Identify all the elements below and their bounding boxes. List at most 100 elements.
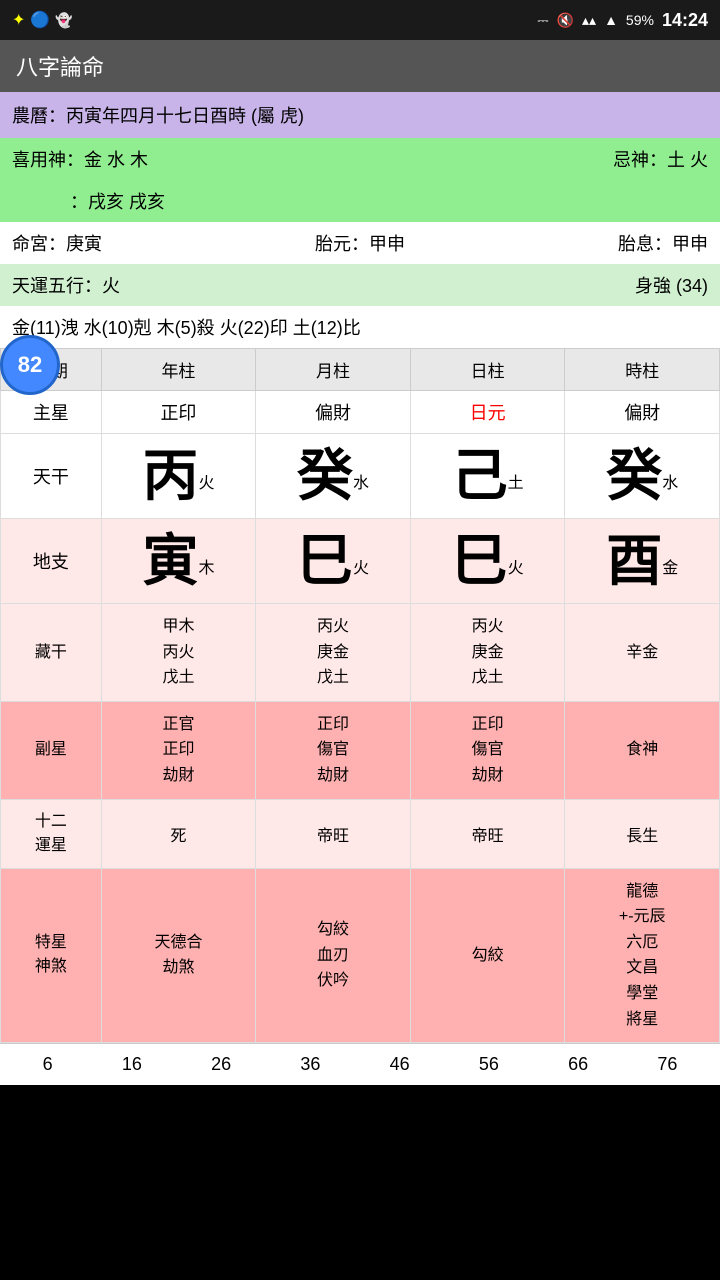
dizhi-yue-elem: 火 — [353, 560, 369, 577]
texing-nian: 天德合劫煞 — [101, 868, 256, 1043]
dizhi-ri-char: 巳 — [452, 529, 508, 592]
ghost-icon: 👻 — [55, 12, 72, 29]
header-nianzhu: 年柱 — [101, 349, 256, 391]
shen-qiang-text: 身強 (34) — [635, 272, 708, 298]
tiangan-ri-elem: 土 — [508, 475, 524, 492]
num-66: 66 — [568, 1054, 588, 1075]
shier-yue: 帝旺 — [256, 799, 411, 868]
tiangan-yue-char: 癸 — [297, 444, 353, 507]
canggan-yue: 丙火庚金戊土 — [256, 604, 411, 702]
num-76: 76 — [657, 1054, 677, 1075]
five-elements-text: 金(11)洩 水(10)剋 木(5)殺 火(22)印 土(12)比 — [12, 318, 361, 338]
tianyun-row: 天運五行：火 身強 (34) — [0, 264, 720, 306]
texing-ri: 勾絞 — [410, 868, 565, 1043]
tai-xi-text: 胎息：甲申 — [618, 230, 708, 256]
star-icon: ✦ — [12, 10, 25, 30]
favorable-row: 喜用神：金 水 木 忌神：土 火 — [0, 138, 720, 180]
dizhi-ri-elem: 火 — [508, 560, 524, 577]
header-rizhu: 日柱 — [410, 349, 565, 391]
tai-yuan-text: 胎元：甲申 — [315, 230, 405, 256]
dizhi-label: 地支 — [1, 519, 102, 604]
lunar-calendar-row: 農曆：丙寅年四月十七日酉時 (屬 虎) — [0, 92, 720, 138]
dizhi-row: 地支 寅木 巳火 巳火 酉金 — [1, 519, 720, 604]
bluetooth-icon: ⎓ — [537, 12, 548, 29]
time-display: 14:24 — [662, 10, 708, 31]
fuxing-ri: 正印傷官劫財 — [410, 701, 565, 799]
dizhi-ri: 巳火 — [410, 519, 565, 604]
dizhi-shi: 酉金 — [565, 519, 720, 604]
tiangan-shi: 癸水 — [565, 434, 720, 519]
score-value: 82 — [18, 352, 42, 378]
texing-label: 特星神煞 — [1, 868, 102, 1043]
header-shizhu: 時柱 — [565, 349, 720, 391]
app-title: 八字論命 — [16, 50, 104, 82]
battery-label: 59% — [626, 12, 654, 28]
zhuxing-shi: 偏財 — [565, 391, 720, 434]
wifi-icon: ▴▴ — [582, 12, 596, 29]
zhuxing-row: 主星 正印 偏財 日元 偏財 — [1, 391, 720, 434]
tiangan-shi-elem: 水 — [662, 475, 678, 492]
status-bar: ✦ 🔵 👻 ⎓ 🔇 ▴▴ ▲ 59% 14:24 — [0, 0, 720, 40]
dizhi-nian-elem: 木 — [198, 560, 214, 577]
mute-icon: 🔇 — [557, 12, 574, 29]
zhuxing-nian: 正印 — [101, 391, 256, 434]
tiangan-nian: 丙火 — [101, 434, 256, 519]
tiangan-nian-elem: 火 — [198, 475, 214, 492]
texing-shi: 龍德+-元辰六厄文昌學堂將星 — [565, 868, 720, 1043]
bottom-numbers-row: 6 16 26 36 46 56 66 76 — [0, 1043, 720, 1085]
shier-nian: 死 — [101, 799, 256, 868]
status-left-icons: ✦ 🔵 👻 — [12, 10, 73, 30]
fuxing-yue: 正印傷官劫財 — [256, 701, 411, 799]
score-badge: 82 — [0, 335, 60, 395]
shier-row: 十二運星 死 帝旺 帝旺 長生 — [1, 799, 720, 868]
fuxing-row: 副星 正官正印劫財 正印傷官劫財 正印傷官劫財 食神 — [1, 701, 720, 799]
num-26: 26 — [211, 1054, 231, 1075]
nayin-text: ：戌亥 戌亥 — [70, 192, 165, 212]
canggan-nian: 甲木丙火戊土 — [101, 604, 256, 702]
tiangan-shi-char: 癸 — [606, 444, 662, 507]
lunar-calendar-text: 農曆：丙寅年四月十七日酉時 (屬 虎) — [12, 106, 304, 126]
table-header-row: 日期 年柱 月柱 日柱 時柱 — [1, 349, 720, 391]
bazi-table: 日期 年柱 月柱 日柱 時柱 主星 正印 偏財 日元 偏財 天干 丙火 癸水 己… — [0, 348, 720, 1043]
unfavorable-text: 忌神：土 火 — [613, 146, 708, 172]
num-16: 16 — [122, 1054, 142, 1075]
fuxing-label: 副星 — [1, 701, 102, 799]
signal-icon: ▲ — [604, 12, 618, 28]
canggan-row: 藏干 甲木丙火戊土 丙火庚金戊土 丙火庚金戊土 辛金 — [1, 604, 720, 702]
num-46: 46 — [390, 1054, 410, 1075]
circle-icon: 🔵 — [30, 10, 50, 30]
canggan-shi: 辛金 — [565, 604, 720, 702]
minggong-row: 命宮：庚寅 胎元：甲申 胎息：甲申 — [0, 222, 720, 264]
dizhi-yue-char: 巳 — [297, 529, 353, 592]
tiangan-row: 天干 丙火 癸水 己土 癸水 — [1, 434, 720, 519]
dizhi-nian-char: 寅 — [142, 529, 198, 592]
header-yuezhu: 月柱 — [256, 349, 411, 391]
num-36: 36 — [300, 1054, 320, 1075]
texing-row: 特星神煞 天德合劫煞 勾絞血刃伏吟 勾絞 龍德+-元辰六厄文昌學堂將星 — [1, 868, 720, 1043]
texing-yue: 勾絞血刃伏吟 — [256, 868, 411, 1043]
status-right-icons: ⎓ 🔇 ▴▴ ▲ 59% 14:24 — [537, 10, 708, 31]
dizhi-nian: 寅木 — [101, 519, 256, 604]
num-6: 6 — [43, 1054, 53, 1075]
favorable-text: 喜用神：金 水 木 — [12, 146, 148, 172]
five-elements-row: 金(11)洩 水(10)剋 木(5)殺 火(22)印 土(12)比 — [0, 306, 720, 348]
dizhi-yue: 巳火 — [256, 519, 411, 604]
fuxing-shi: 食神 — [565, 701, 720, 799]
tiangan-nian-char: 丙 — [142, 444, 198, 507]
canggan-label: 藏干 — [1, 604, 102, 702]
zhuxing-ri: 日元 — [410, 391, 565, 434]
shier-shi: 長生 — [565, 799, 720, 868]
ming-gong-text: 命宮：庚寅 — [12, 230, 102, 256]
dizhi-shi-char: 酉 — [606, 529, 662, 592]
tian-yun-text: 天運五行：火 — [12, 272, 120, 298]
canggan-ri: 丙火庚金戊土 — [410, 604, 565, 702]
tiangan-yue: 癸水 — [256, 434, 411, 519]
num-56: 56 — [479, 1054, 499, 1075]
zhuxing-yue: 偏財 — [256, 391, 411, 434]
tiangan-ri: 己土 — [410, 434, 565, 519]
tiangan-yue-elem: 水 — [353, 475, 369, 492]
tiangan-ri-char: 己 — [452, 444, 508, 507]
nayin-row: ：戌亥 戌亥 — [0, 180, 720, 222]
main-content: 農曆：丙寅年四月十七日酉時 (屬 虎) 喜用神：金 水 木 忌神：土 火 ：戌亥… — [0, 92, 720, 1085]
tiangan-label: 天干 — [1, 434, 102, 519]
